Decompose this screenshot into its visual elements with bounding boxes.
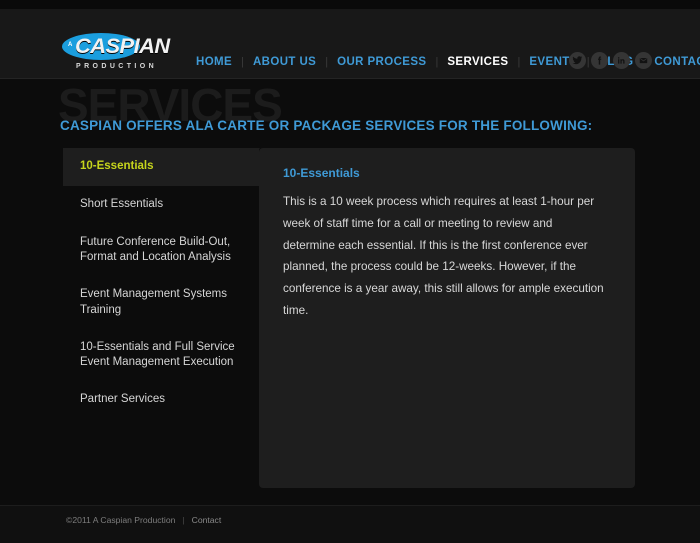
- panel-title: 10-Essentials: [283, 166, 360, 180]
- linkedin-icon[interactable]: [613, 52, 630, 69]
- footer-contact-link[interactable]: Contact: [192, 515, 222, 525]
- sidebar-item-10-essentials-full-service[interactable]: 10-Essentials and Full Service Event Man…: [63, 329, 260, 381]
- page-subtitle: CASPIAN OFFERS ALA CARTE OR PACKAGE SERV…: [60, 118, 593, 133]
- sidebar-item-10-essentials[interactable]: 10-Essentials: [63, 148, 273, 186]
- sidebar-item-label: Event Management Systems Training: [80, 288, 228, 316]
- nav-item-contact[interactable]: CONTACT: [654, 56, 700, 68]
- footer-separator: |: [182, 515, 185, 525]
- nav-separator: |: [435, 56, 439, 68]
- logo-wordmark: CASPIAN: [75, 35, 170, 58]
- sidebar-item-label: 10-Essentials and Full Service Event Man…: [80, 340, 235, 368]
- services-sidebar: 10-Essentials Short Essentials Future Co…: [63, 148, 273, 419]
- site-header: A CASPIAN PRODUCTION HOME | ABOUT US | O…: [0, 9, 700, 79]
- sidebar-item-event-management-systems-training[interactable]: Event Management Systems Training: [63, 276, 260, 328]
- service-detail-panel: 10-Essentials This is a 10 week process …: [259, 148, 635, 488]
- sidebar-item-short-essentials[interactable]: Short Essentials: [63, 186, 260, 224]
- footer-copyright: ©2011 A Caspian Production: [66, 515, 176, 525]
- nav-item-home[interactable]: HOME: [196, 56, 232, 68]
- site-logo[interactable]: A CASPIAN PRODUCTION: [58, 31, 170, 77]
- facebook-icon[interactable]: [591, 52, 608, 69]
- sidebar-item-partner-services[interactable]: Partner Services: [63, 381, 260, 419]
- nav-separator: |: [241, 56, 244, 68]
- nav-item-our-process[interactable]: OUR PROCESS: [337, 56, 426, 68]
- sidebar-item-future-conference-build-out[interactable]: Future Conference Build-Out, Format and …: [63, 224, 260, 276]
- panel-description: This is a 10 week process which requires…: [283, 195, 604, 317]
- sidebar-item-label: Future Conference Build-Out, Format and …: [80, 236, 231, 264]
- sidebar-item-label: Partner Services: [80, 393, 166, 406]
- page-root: A CASPIAN PRODUCTION HOME | ABOUT US | O…: [0, 0, 700, 543]
- nav-item-about-us[interactable]: ABOUT US: [253, 56, 316, 68]
- social-links: [569, 52, 652, 69]
- nav-separator: |: [325, 56, 329, 68]
- nav-separator: |: [517, 56, 521, 68]
- top-strip: [0, 0, 700, 9]
- page-body: SERVICES CASPIAN OFFERS ALA CARTE OR PAC…: [0, 80, 700, 505]
- footer-content: ©2011 A Caspian Production | Contact: [66, 515, 221, 525]
- logo-subtitle: PRODUCTION: [76, 63, 158, 70]
- nav-item-services[interactable]: SERVICES: [447, 56, 508, 68]
- sidebar-item-label: Short Essentials: [80, 198, 164, 211]
- twitter-icon[interactable]: [569, 52, 586, 69]
- site-footer: ©2011 A Caspian Production | Contact: [0, 506, 700, 543]
- sidebar-item-label: 10-Essentials: [80, 160, 154, 173]
- logo-prefix-letter: A: [68, 42, 73, 48]
- email-icon[interactable]: [635, 52, 652, 69]
